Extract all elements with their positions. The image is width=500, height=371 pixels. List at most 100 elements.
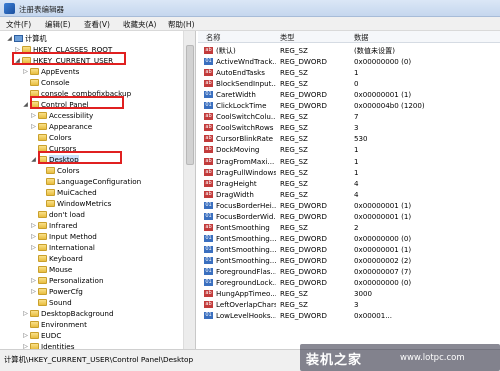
value-row[interactable]: ab DragFullWindows REG_SZ 1 — [198, 167, 500, 178]
values-list[interactable]: 名称 类型 数据 ab (默认) REG_SZ (数值未设置) 01 ActiveWndT… — [198, 31, 500, 349]
value-name: ForegroundFlas... — [216, 267, 276, 276]
expand-arrow-icon[interactable]: ▷ — [22, 308, 29, 319]
value-row[interactable]: 01 FocusBorderHei... REG_DWORD 0x00000001 (… — [198, 200, 500, 211]
value-row[interactable]: ab LeftOverlapChars REG_SZ 3 — [198, 299, 500, 310]
value-row[interactable]: 01 FontSmoothing... REG_DWORD 0x00000002 (2… — [198, 255, 500, 266]
tree-node[interactable]: ▷ Infrared — [30, 220, 77, 231]
expand-arrow-icon[interactable]: ▷ — [30, 231, 37, 242]
value-row[interactable]: ab CoolSwitchColu... REG_SZ 7 — [198, 111, 500, 122]
value-type: REG_SZ — [280, 178, 308, 188]
col-name-header[interactable]: 名称 — [206, 33, 220, 43]
tree-scrollbar[interactable] — [183, 31, 195, 349]
value-row[interactable]: 01 LowLevelHooks... REG_DWORD 0x00001... — [198, 310, 500, 321]
tree-node[interactable]: ▷ PowerCfg — [30, 286, 83, 297]
value-type: REG_DWORD — [280, 244, 327, 254]
tree-node[interactable]: ▷ Appearance — [30, 121, 92, 132]
value-type: REG_SZ — [280, 145, 308, 155]
computer-icon — [14, 35, 23, 42]
col-data-header[interactable]: 数据 — [354, 33, 368, 43]
tree-node[interactable]: ▷ EUDC — [22, 330, 61, 341]
registry-tree[interactable]: ◢ 计算机 ▷ HKEY_CLASSES_ROOT ◢ HKEY_CURRENT_USER… — [0, 31, 196, 349]
expand-arrow-icon[interactable]: ▷ — [30, 242, 37, 253]
tree-node-label: LanguageConfiguration — [57, 177, 142, 186]
value-name: FontSmoothing — [216, 222, 270, 232]
expand-arrow-icon[interactable]: ▷ — [30, 286, 37, 297]
tree-node-label: Console — [41, 78, 70, 87]
tree-node[interactable]: Mouse — [30, 264, 72, 275]
value-row[interactable]: ab FontSmoothing REG_SZ 2 — [198, 222, 500, 233]
value-name: ClickLockTime — [216, 101, 267, 111]
value-row[interactable]: 01 ClickLockTime REG_DWORD 0x000004b0 (1200… — [198, 100, 500, 111]
tree-node-label: Identities — [41, 342, 75, 349]
value-data: 0x00000001 (1) — [354, 244, 412, 254]
tree-node[interactable]: LanguageConfiguration — [38, 176, 141, 187]
value-row[interactable]: 01 CaretWidth REG_DWORD 0x00000001 (1) — [198, 89, 500, 100]
tree-node[interactable]: WindowMetrics — [38, 198, 111, 209]
folder-icon — [30, 310, 39, 317]
tree-node[interactable]: don't load — [30, 209, 85, 220]
tree-node-label: DesktopBackground — [41, 309, 114, 318]
binary-value-icon: 01 — [204, 256, 213, 264]
expand-arrow-icon[interactable]: ▷ — [22, 341, 29, 349]
tree-node[interactable]: MuiCached — [38, 187, 97, 198]
value-row[interactable]: ab CursorBlinkRate REG_SZ 530 — [198, 133, 500, 144]
binary-value-icon: 01 — [204, 234, 213, 242]
value-row[interactable]: ab DragHeight REG_SZ 4 — [198, 178, 500, 189]
tree-node[interactable]: Keyboard — [30, 253, 83, 264]
value-row[interactable]: ab DragWidth REG_SZ 4 — [198, 189, 500, 200]
value-data: 4 — [354, 189, 359, 199]
value-data: 1 — [354, 68, 359, 78]
tree-scroll-thumb[interactable] — [186, 45, 194, 165]
menu-view[interactable]: 查看(V) — [84, 19, 110, 30]
col-type-header[interactable]: 类型 — [280, 33, 294, 43]
expand-arrow-icon[interactable]: ▷ — [30, 275, 37, 286]
menu-help[interactable]: 帮助(H) — [168, 19, 195, 30]
string-value-icon: ab — [204, 157, 213, 165]
value-row[interactable]: ab DockMoving REG_SZ 1 — [198, 144, 500, 155]
value-row[interactable]: 01 ForegroundLock... REG_DWORD 0x00000000 (… — [198, 277, 500, 288]
tree-node[interactable]: Sound — [30, 297, 72, 308]
value-row[interactable]: ab BlockSendInput... REG_SZ 0 — [198, 78, 500, 89]
tree-node[interactable]: ▷ DesktopBackground — [22, 308, 114, 319]
tree-node[interactable]: Colors — [30, 132, 72, 143]
tree-node[interactable]: Environment — [22, 319, 87, 330]
expand-arrow-icon[interactable]: ▷ — [30, 220, 37, 231]
value-type: REG_DWORD — [280, 311, 327, 321]
tree-node[interactable]: Console — [22, 77, 70, 88]
value-row[interactable]: 01 FontSmoothing... REG_DWORD 0x00000001 (1… — [198, 244, 500, 255]
tree-node[interactable]: ▷ AppEvents — [22, 66, 79, 77]
tree-node[interactable]: ▷ International — [30, 242, 95, 253]
value-row[interactable]: ab HungAppTimeo... REG_SZ 3000 — [198, 288, 500, 299]
expand-arrow-icon[interactable]: ▷ — [22, 330, 29, 341]
tree-node[interactable]: ▷ Identities — [22, 341, 74, 349]
value-type: REG_SZ — [280, 167, 308, 177]
value-row[interactable]: 01 FocusBorderWid... REG_DWORD 0x00000001 (… — [198, 211, 500, 222]
menu-file[interactable]: 文件(F) — [6, 19, 31, 30]
expand-arrow-icon[interactable]: ◢ — [30, 154, 37, 165]
expand-arrow-icon[interactable]: ▷ — [30, 110, 37, 121]
tree-node-label: 计算机 — [25, 34, 47, 43]
tree-node[interactable]: ▷ Accessibility — [30, 110, 93, 121]
value-name: HungAppTimeo... — [216, 289, 276, 299]
value-row[interactable]: ab CoolSwitchRows REG_SZ 3 — [198, 122, 500, 133]
menu-edit[interactable]: 编辑(E) — [45, 19, 71, 30]
folder-icon — [38, 112, 47, 119]
value-row[interactable]: ab (默认) REG_SZ (数值未设置) — [198, 45, 500, 56]
value-row[interactable]: 01 FontSmoothing... REG_DWORD 0x00000000 (0… — [198, 233, 500, 244]
tree-node[interactable]: Colors — [38, 165, 80, 176]
value-row[interactable]: 01 ForegroundFlas... REG_DWORD 0x00000007 (… — [198, 266, 500, 277]
value-row[interactable]: ab AutoEndTasks REG_SZ 1 — [198, 67, 500, 78]
expand-arrow-icon[interactable]: ▷ — [30, 121, 37, 132]
binary-value-icon: 01 — [204, 245, 213, 253]
watermark-url: www.lotpc.com — [400, 353, 465, 363]
expand-arrow-icon[interactable]: ◢ — [6, 33, 13, 44]
tree-node[interactable]: ▷ Input Method — [30, 231, 97, 242]
tree-node[interactable]: ◢ 计算机 — [6, 33, 47, 44]
value-row[interactable]: ab DragFromMaxi... REG_SZ 1 — [198, 156, 500, 167]
tree-node[interactable]: ▷ Personalization — [30, 275, 103, 286]
menu-favorites[interactable]: 收藏夹(A) — [123, 19, 156, 30]
expand-arrow-icon[interactable]: ▷ — [22, 66, 29, 77]
value-row[interactable]: 01 ActiveWndTrack... REG_DWORD 0x00000000 (… — [198, 56, 500, 67]
value-name: (默认) — [216, 46, 236, 55]
expand-arrow-icon[interactable]: ◢ — [22, 99, 29, 110]
